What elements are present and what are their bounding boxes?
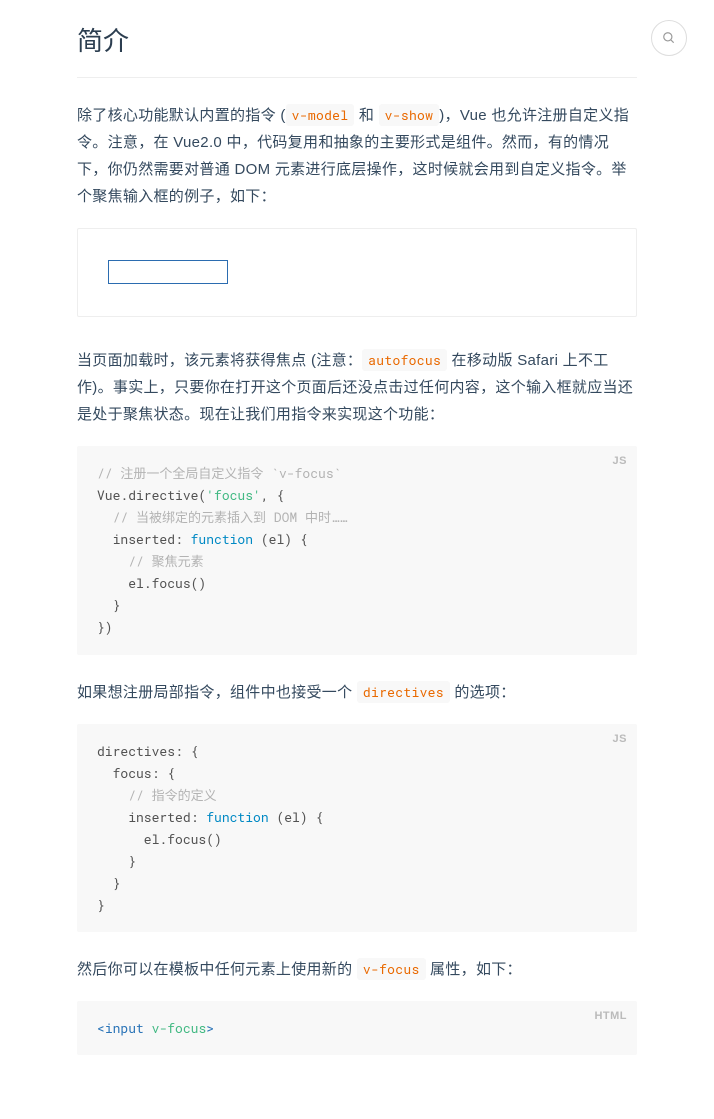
code-keyword: function bbox=[191, 530, 253, 548]
search-icon bbox=[662, 31, 676, 45]
intro-paragraph-1: 除了核心功能默认内置的指令 (v-model 和 v-show)，Vue 也允许… bbox=[77, 102, 637, 210]
demo-box bbox=[77, 228, 637, 317]
code-pre: // 注册一个全局自定义指令 `v-focus` Vue.directive('… bbox=[97, 462, 617, 639]
code-lang-label: HTML bbox=[594, 1007, 627, 1027]
code-text: el.focus() bbox=[97, 574, 206, 592]
code-text: inserted: bbox=[97, 808, 206, 826]
text: 属性，如下： bbox=[426, 961, 522, 978]
code-text: (el) { bbox=[269, 808, 324, 826]
intro-paragraph-2: 当页面加载时，该元素将获得焦点 (注意：autofocus 在移动版 Safar… bbox=[77, 347, 637, 428]
intro-paragraph-3: 如果想注册局部指令，组件中也接受一个 directives 的选项： bbox=[77, 679, 637, 706]
code-text: el.focus() bbox=[97, 830, 222, 848]
code-tag: input bbox=[105, 1019, 144, 1037]
code-block-local-directive: JS directives: { focus: { // 指令的定义 inser… bbox=[77, 724, 637, 933]
search-button[interactable] bbox=[651, 20, 687, 56]
text: 和 bbox=[354, 107, 378, 124]
code-directives: directives bbox=[357, 681, 450, 703]
code-comment: // 聚焦元素 bbox=[97, 552, 204, 570]
page-title: 简介 bbox=[77, 18, 637, 65]
code-comment: // 注册一个全局自定义指令 `v-focus` bbox=[97, 464, 341, 482]
text: 除了核心功能默认内置的指令 ( bbox=[77, 107, 286, 124]
code-lang-label: JS bbox=[613, 452, 627, 472]
code-autofocus: autofocus bbox=[362, 349, 447, 371]
content: 除了核心功能默认内置的指令 (v-model 和 v-show)，Vue 也允许… bbox=[77, 78, 637, 1056]
code-text: } bbox=[97, 852, 136, 870]
code-pre: <input v-focus> bbox=[97, 1017, 617, 1039]
code-text: inserted: bbox=[97, 530, 191, 548]
text: 的选项： bbox=[450, 684, 516, 701]
code-text: } bbox=[97, 896, 105, 914]
code-pre: directives: { focus: { // 指令的定义 inserted… bbox=[97, 740, 617, 917]
code-text: } bbox=[97, 596, 120, 614]
code-v-focus: v-focus bbox=[357, 958, 426, 980]
code-comment: // 指令的定义 bbox=[97, 786, 217, 804]
intro-paragraph-4: 然后你可以在模板中任何元素上使用新的 v-focus 属性，如下： bbox=[77, 956, 637, 983]
code-v-model: v-model bbox=[286, 104, 355, 126]
code-text: (el) { bbox=[253, 530, 308, 548]
code-text: focus: { bbox=[97, 764, 175, 782]
code-tag: < bbox=[97, 1019, 105, 1037]
code-text: directives: { bbox=[97, 742, 198, 760]
code-string: 'focus' bbox=[206, 486, 261, 504]
code-text bbox=[144, 1019, 152, 1037]
code-comment: // 当被绑定的元素插入到 DOM 中时…… bbox=[97, 508, 347, 526]
code-text: Vue.directive( bbox=[97, 486, 206, 504]
code-v-show: v-show bbox=[379, 104, 440, 126]
code-text: } bbox=[97, 874, 120, 892]
code-keyword: function bbox=[206, 808, 268, 826]
text: 然后你可以在模板中任何元素上使用新的 bbox=[77, 961, 357, 978]
text: 如果想注册局部指令，组件中也接受一个 bbox=[77, 684, 357, 701]
code-text: }) bbox=[97, 618, 113, 636]
text: 当页面加载时，该元素将获得焦点 (注意： bbox=[77, 352, 362, 369]
demo-focus-input[interactable] bbox=[108, 260, 228, 284]
code-tag: > bbox=[206, 1019, 214, 1037]
header-bar: 简介 bbox=[77, 0, 637, 78]
code-text: , { bbox=[261, 486, 284, 504]
code-block-global-directive: JS // 注册一个全局自定义指令 `v-focus` Vue.directiv… bbox=[77, 446, 637, 655]
code-attr: v-focus bbox=[152, 1019, 207, 1037]
code-lang-label: JS bbox=[613, 730, 627, 750]
code-block-usage: HTML <input v-focus> bbox=[77, 1001, 637, 1055]
